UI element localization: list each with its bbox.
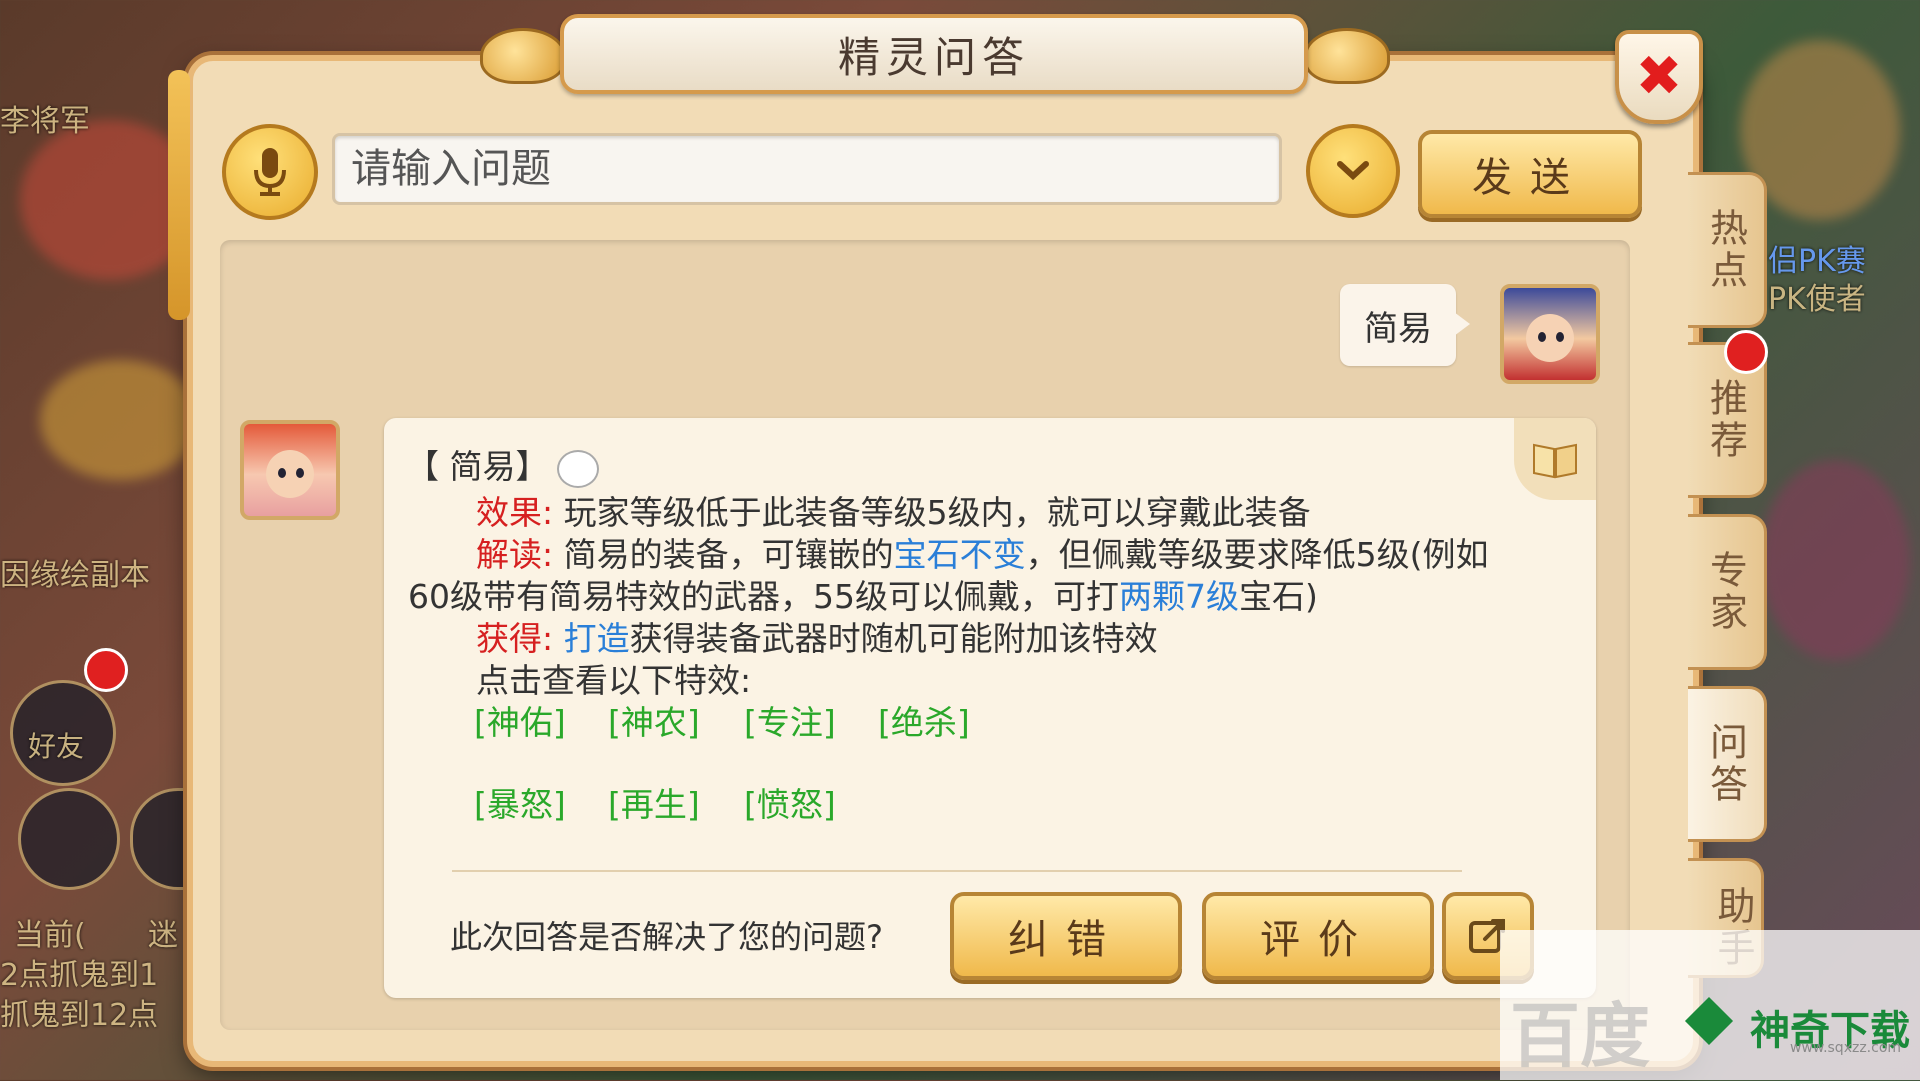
bg-pk-envoy: PK使者 xyxy=(1768,282,1866,317)
answer-header: 【 简易】 xyxy=(406,440,599,488)
close-button[interactable]: ✖ xyxy=(1615,30,1703,124)
bg-instance-text: 因缘绘副本 xyxy=(0,558,150,593)
bg-task-label: 当前( xyxy=(14,918,86,953)
feedback-divider xyxy=(452,870,1462,872)
effect-tag-zaisheng[interactable]: [再生] xyxy=(608,778,700,826)
forge-link[interactable]: 打造 xyxy=(564,619,630,658)
chat-bubble-button[interactable] xyxy=(18,788,120,890)
effect-tag-shenyou[interactable]: [神佑] xyxy=(474,696,566,744)
correct-error-button[interactable]: 纠错 xyxy=(950,892,1182,980)
tab-qa[interactable]: 问答 xyxy=(1688,686,1767,842)
effect-line: 效果: 玩家等级低于此装备等级5级内，就可以穿戴此装备 xyxy=(476,486,1311,534)
gem-unchanged-link[interactable]: 宝石不变 xyxy=(894,535,1026,574)
rate-button[interactable]: 评价 xyxy=(1202,892,1434,980)
effect-label: 效果: xyxy=(476,493,554,532)
tassel-decoration xyxy=(168,70,190,320)
tab-expert[interactable]: 专家 xyxy=(1688,514,1767,670)
bg-notification-dot xyxy=(84,648,128,692)
bg-task-line-1: 2点抓鬼到1 xyxy=(0,958,159,993)
obtain-label: 获得: xyxy=(476,619,554,658)
effect-tag-jueshao[interactable]: [绝杀] xyxy=(878,696,970,744)
obtain-line: 获得: 打造获得装备武器时随机可能附加该特效 xyxy=(476,612,1158,660)
watermark-baidu: 百度 xyxy=(1510,995,1650,1077)
bg-task-label-2: 迷 xyxy=(148,918,178,953)
title-ornament-right xyxy=(1304,28,1390,84)
microphone-icon xyxy=(254,148,286,196)
effect-tag-fennu[interactable]: [愤怒] xyxy=(744,778,836,826)
spirit-avatar xyxy=(240,420,340,520)
click-hint: 点击查看以下特效: xyxy=(476,661,752,700)
history-dropdown-button[interactable] xyxy=(1306,124,1400,218)
chevron-down-icon xyxy=(1337,161,1369,181)
window-title: 精灵问答 xyxy=(837,32,1030,82)
pet-icon xyxy=(556,449,599,488)
interpret-line-2: 60级带有简易特效的武器，55级可以佩戴，可打两颗7级宝石) xyxy=(408,570,1318,618)
title-plate: 精灵问答 xyxy=(560,14,1308,94)
watermark-url: www.sqxzz.com xyxy=(1790,1040,1902,1056)
effect-tag-shennong[interactable]: [神农] xyxy=(608,696,700,744)
effect-tag-baonu[interactable]: [暴怒] xyxy=(474,778,566,826)
interpret-text-3: 60级带有简易特效的武器，55级可以佩戴，可打 xyxy=(408,577,1119,616)
interpret-text-2: ，但佩戴等级要求降低5级(例如 xyxy=(1025,535,1489,574)
bg-task-line-2: 抓鬼到12点 xyxy=(0,998,159,1033)
bg-npc-name: 李将军 xyxy=(0,104,90,139)
user-avatar xyxy=(1500,284,1600,384)
answer-header-text: 【 简易】 xyxy=(406,447,549,486)
feedback-question: 此次回答是否解决了您的问题? xyxy=(450,918,883,956)
two-lv7-gems-link[interactable]: 两颗7级 xyxy=(1119,577,1239,616)
obtain-text: 获得装备武器时随机可能附加该特效 xyxy=(629,619,1158,658)
interpret-line: 解读: 简易的装备，可镶嵌的宝石不变，但佩戴等级要求降低5级(例如 xyxy=(476,528,1489,576)
question-input[interactable] xyxy=(332,133,1282,205)
open-book-icon xyxy=(1533,443,1577,479)
recommend-notification-dot xyxy=(1724,330,1768,374)
voice-input-button[interactable] xyxy=(222,124,318,220)
effect-text: 玩家等级低于此装备等级5级内，就可以穿戴此装备 xyxy=(563,493,1311,532)
interpret-text-4: 宝石) xyxy=(1238,577,1318,616)
user-message-bubble: 简易 xyxy=(1340,284,1470,366)
close-icon: ✖ xyxy=(1635,44,1683,109)
interpret-text-1: 简易的装备，可镶嵌的 xyxy=(563,535,894,574)
send-button[interactable]: 发送 xyxy=(1418,130,1642,218)
tab-hot[interactable]: 热点 xyxy=(1688,172,1767,328)
book-icon[interactable] xyxy=(1514,418,1596,500)
effect-tag-zhuanzhu[interactable]: [专注] xyxy=(744,696,836,744)
friends-label: 好友 xyxy=(28,730,85,763)
interpret-label: 解读: xyxy=(476,535,554,574)
title-ornament-left xyxy=(480,28,566,84)
